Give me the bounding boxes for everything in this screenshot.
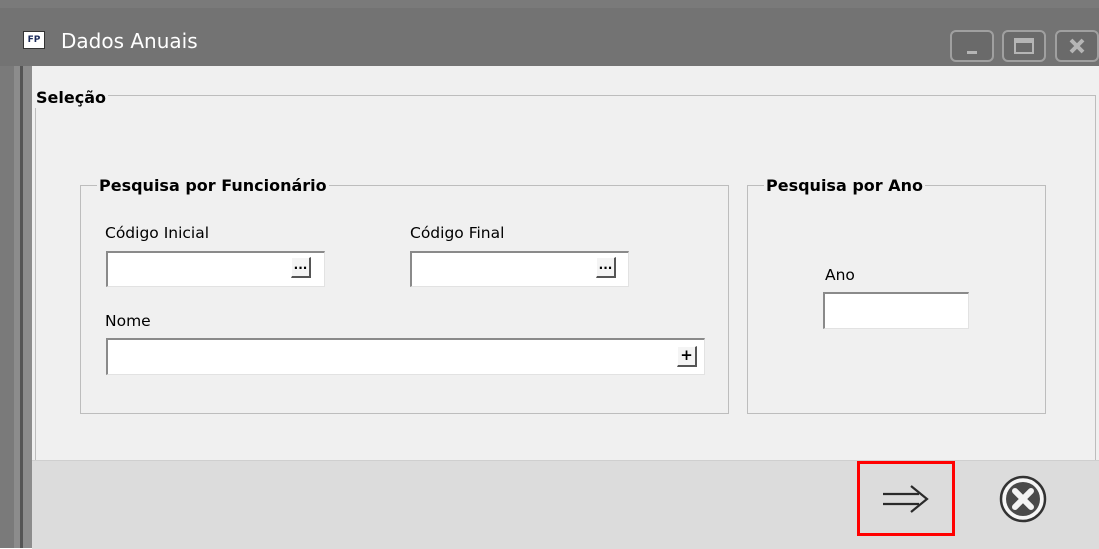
year-search-title: Pesquisa por Ano (764, 176, 925, 196)
code-end-label: Código Final (410, 224, 505, 242)
arrow-right-icon (883, 484, 929, 513)
name-label: Nome (105, 312, 151, 330)
year-input[interactable] (823, 292, 969, 329)
minimize-button[interactable] (950, 30, 994, 62)
minimize-icon (952, 32, 992, 60)
name-add-button[interactable]: + (677, 346, 697, 367)
maximize-button[interactable] (1002, 30, 1046, 62)
next-button[interactable] (857, 461, 955, 536)
close-icon (1057, 32, 1097, 60)
employee-search-group (80, 185, 729, 414)
window-left-border (14, 66, 32, 548)
selection-group-title: Seleção (34, 88, 108, 108)
close-window-button[interactable] (1055, 30, 1099, 62)
code-start-label: Código Inicial (105, 224, 210, 242)
app-icon: FP (23, 31, 45, 49)
maximize-icon (1004, 32, 1044, 60)
code-start-lookup-button[interactable]: ... (291, 257, 311, 278)
name-input[interactable] (106, 338, 705, 375)
cancel-button[interactable] (996, 472, 1050, 526)
employee-search-title: Pesquisa por Funcionário (97, 176, 329, 196)
year-label: Ano (825, 266, 855, 284)
title-bar[interactable]: FP Dados Anuais (0, 8, 1099, 66)
window-title: Dados Anuais (61, 29, 198, 53)
code-end-lookup-button[interactable]: ... (596, 257, 616, 278)
cancel-circle-x-icon (999, 475, 1047, 523)
app-window: FP Dados Anuais Seleção Pesquisa por Fun… (0, 0, 1099, 549)
